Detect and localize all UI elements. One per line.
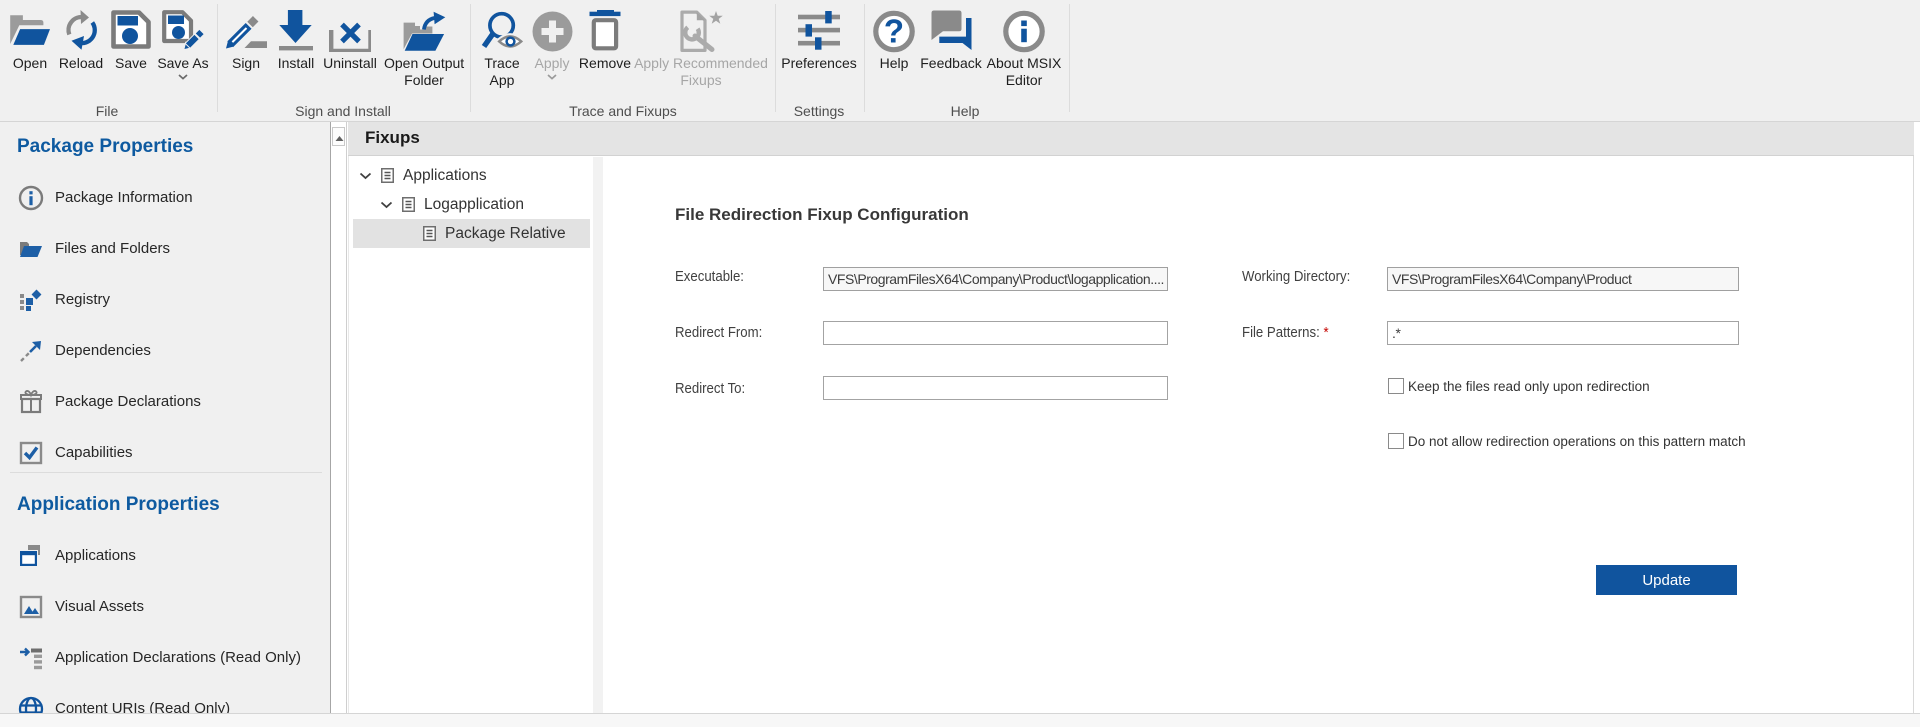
svg-text:?: ? (884, 13, 904, 50)
